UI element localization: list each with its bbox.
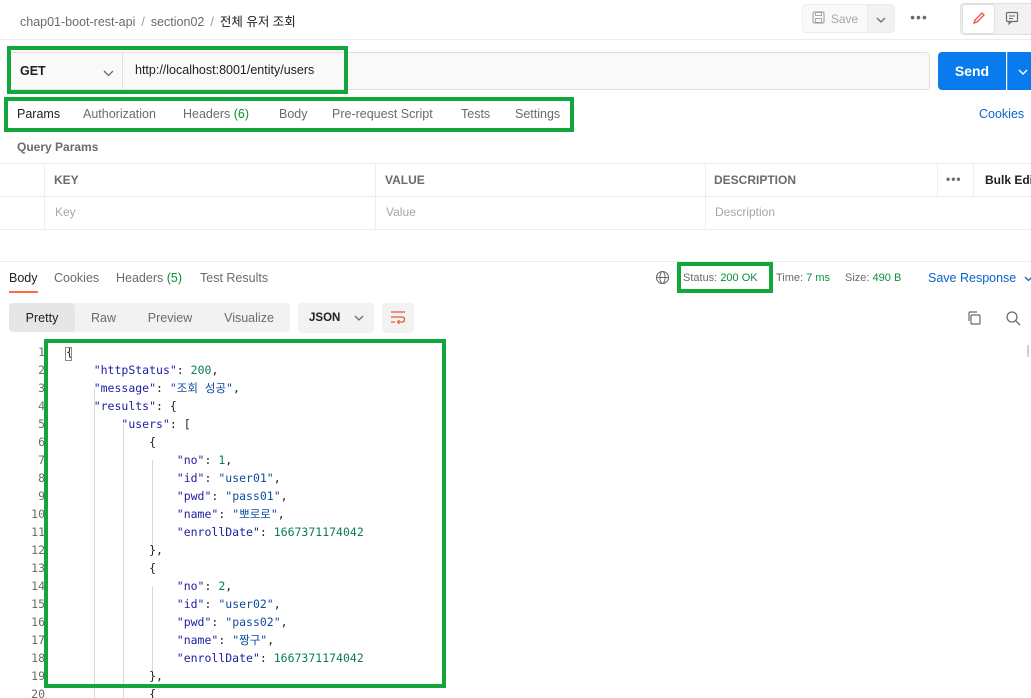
line-number: 8	[38, 471, 45, 485]
line-number: 16	[31, 615, 45, 629]
line-number: 10	[31, 507, 45, 521]
search-icon[interactable]	[1005, 310, 1021, 329]
chevron-down-icon	[354, 312, 364, 324]
save-options-button[interactable]	[868, 4, 895, 33]
save-label: Save	[830, 11, 859, 26]
view-raw-button[interactable]: Raw	[75, 303, 132, 332]
query-params-title: Query Params	[17, 140, 99, 154]
save-button[interactable]: Save	[802, 4, 868, 33]
response-tab-cookies[interactable]: Cookies	[54, 271, 99, 285]
edit-mode-button[interactable]	[963, 5, 994, 33]
active-tab-indicator	[9, 291, 38, 293]
breadcrumb-request-name[interactable]: 전체 유저 조회	[220, 15, 296, 29]
chevron-down-icon	[1024, 271, 1031, 285]
line-number: 1	[38, 345, 45, 359]
format-select[interactable]: JSON	[298, 303, 374, 333]
comment-icon	[1005, 11, 1019, 28]
more-options-button[interactable]: •••	[904, 9, 934, 29]
response-tab-headers[interactable]: Headers (5)	[116, 271, 182, 285]
wrap-lines-button[interactable]	[382, 303, 414, 333]
bulk-edit-button[interactable]: Bulk Edit	[985, 173, 1031, 187]
column-header-value: VALUE	[385, 173, 425, 187]
line-number: 14	[31, 579, 45, 593]
highlight-box-request	[7, 46, 348, 94]
breadcrumb: chap01-boot-rest-api / section02 / 전체 유저 조회	[20, 11, 296, 30]
chevron-down-icon	[876, 12, 886, 26]
line-number: 5	[38, 417, 45, 431]
send-button[interactable]: Send	[938, 52, 1006, 90]
send-options-button[interactable]	[1007, 52, 1031, 90]
line-number: 6	[38, 435, 45, 449]
response-size[interactable]: Size: 490 B	[845, 272, 901, 284]
line-number: 9	[38, 489, 45, 503]
line-number: 4	[38, 399, 45, 413]
highlight-box-tabs	[4, 97, 574, 132]
chevron-down-icon	[1018, 64, 1028, 78]
line-number: 13	[31, 561, 45, 575]
response-headers-count: (5)	[166, 271, 183, 285]
globe-icon[interactable]	[655, 270, 670, 288]
key-input[interactable]: Key	[55, 205, 76, 219]
breadcrumb-separator: /	[141, 15, 145, 29]
table-more-button[interactable]: •••	[946, 172, 962, 186]
pencil-icon	[972, 11, 986, 28]
query-params-table: KEY VALUE DESCRIPTION ••• Bulk Edit Key …	[0, 163, 1031, 230]
breadcrumb-separator: /	[210, 15, 214, 29]
breadcrumb-folder[interactable]: section02	[151, 15, 205, 29]
line-number: 2	[38, 363, 45, 377]
format-label: JSON	[309, 312, 341, 324]
line-number: 20	[31, 687, 45, 698]
line-number: 7	[38, 453, 45, 467]
column-header-description: DESCRIPTION	[714, 173, 797, 187]
wrap-icon	[390, 310, 406, 327]
response-tab-test-results[interactable]: Test Results	[200, 271, 268, 285]
line-number: 19	[31, 669, 45, 683]
view-preview-button[interactable]: Preview	[132, 303, 208, 332]
line-number: 11	[31, 525, 45, 539]
response-divider	[0, 261, 1031, 262]
scrollbar[interactable]	[1027, 345, 1029, 357]
view-pretty-button[interactable]: Pretty	[9, 303, 75, 332]
response-tab-body[interactable]: Body	[9, 271, 38, 285]
highlight-box-response	[44, 339, 446, 688]
line-number: 3	[38, 381, 45, 395]
copy-icon[interactable]	[966, 310, 982, 329]
highlight-box-status	[677, 262, 773, 293]
view-visualize-button[interactable]: Visualize	[208, 303, 290, 332]
save-icon	[812, 10, 825, 27]
line-number: 18	[31, 651, 45, 665]
line-number: 17	[31, 633, 45, 647]
save-response-button[interactable]: Save Response	[928, 271, 1031, 285]
description-input[interactable]: Description	[715, 205, 775, 219]
column-header-key: KEY	[54, 173, 79, 187]
response-time[interactable]: Time: 7 ms	[776, 272, 830, 284]
cookies-link[interactable]: Cookies	[979, 107, 1024, 121]
documentation-button[interactable]	[996, 5, 1027, 33]
line-number: 12	[31, 543, 45, 557]
line-number: 15	[31, 597, 45, 611]
breadcrumb-collection[interactable]: chap01-boot-rest-api	[20, 15, 135, 29]
value-input[interactable]: Value	[386, 205, 416, 219]
